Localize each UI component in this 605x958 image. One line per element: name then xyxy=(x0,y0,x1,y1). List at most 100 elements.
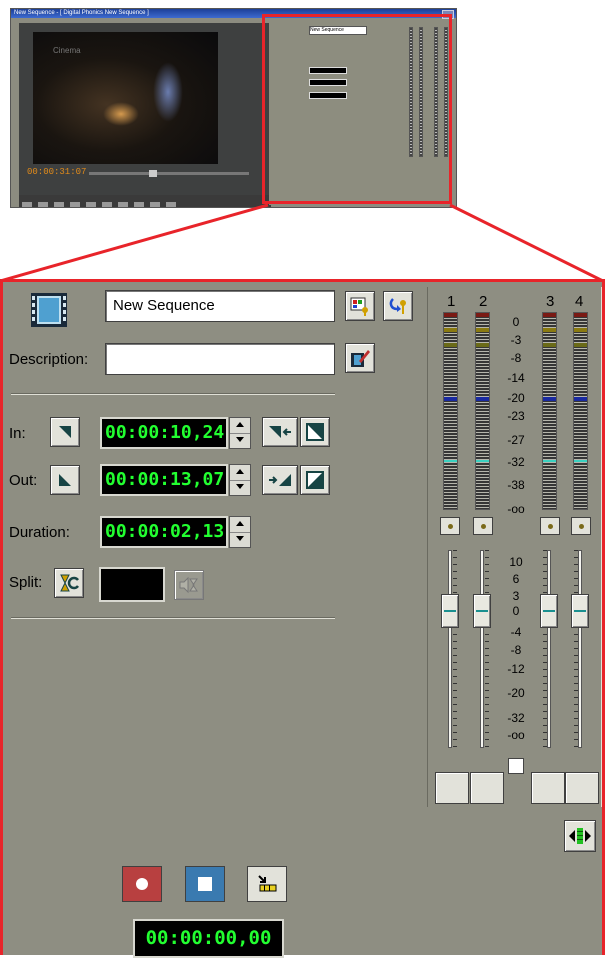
spin-up-button[interactable] xyxy=(230,418,250,434)
sequence-name-field[interactable]: New Sequence xyxy=(105,290,335,322)
duration-timecode[interactable]: 00:00:02,13 xyxy=(100,516,228,548)
channel-2-fader[interactable] xyxy=(473,594,491,628)
meter-scale-label: -23 xyxy=(507,409,525,423)
spin-up-button[interactable] xyxy=(230,465,250,481)
duration-label: Duration: xyxy=(9,524,70,541)
meter-scale-label: -14 xyxy=(507,371,525,385)
channel-4-label: 4 xyxy=(575,293,584,310)
split-timecode[interactable] xyxy=(99,567,165,602)
zoom-highlight-frame xyxy=(262,14,452,204)
split-label: Split: xyxy=(9,574,43,591)
record-timecode: 00:00:00,00 xyxy=(133,919,284,958)
position-slider[interactable] xyxy=(89,170,249,177)
fader-scale-label: -32 xyxy=(507,711,525,725)
mixer-expand-button[interactable] xyxy=(564,820,596,852)
channel-4-fader[interactable] xyxy=(571,594,589,628)
transport-button[interactable] xyxy=(118,202,128,207)
split-audio-button[interactable] xyxy=(174,570,204,600)
channel-4-select-box[interactable] xyxy=(565,772,599,804)
meter-scale-label: -oo xyxy=(507,502,525,516)
in-timecode[interactable]: 00:00:10,24 xyxy=(100,417,228,449)
fader-scale-label: -4 xyxy=(510,625,522,639)
channel-3-enable-button[interactable] xyxy=(540,517,560,535)
in-timecode-spinner[interactable] xyxy=(229,417,251,449)
edit-description-button[interactable] xyxy=(345,343,375,373)
go-to-in-button[interactable] xyxy=(50,417,80,447)
speaker-hourglass-icon xyxy=(179,576,198,594)
channel-2-enable-button[interactable] xyxy=(473,517,493,535)
transport-button[interactable] xyxy=(134,202,144,207)
channel-4-fader-track[interactable] xyxy=(578,550,582,748)
go-to-out-button[interactable] xyxy=(50,465,80,495)
spin-down-button[interactable] xyxy=(230,433,250,448)
set-out-icon xyxy=(269,474,291,486)
channel-3-label: 3 xyxy=(546,293,555,310)
video-overlay-text: Cinema xyxy=(53,46,81,55)
channel-3-fader-track[interactable] xyxy=(547,550,551,748)
separator xyxy=(11,393,335,395)
out-timecode-spinner[interactable] xyxy=(229,464,251,496)
fader-ticks xyxy=(543,550,547,748)
spin-down-button[interactable] xyxy=(230,480,250,495)
fader-ticks xyxy=(574,550,578,748)
out-timecode[interactable]: 00:00:13,07 xyxy=(100,464,228,496)
in-label: In: xyxy=(9,425,26,442)
transport-button[interactable] xyxy=(166,202,176,207)
transport-button[interactable] xyxy=(102,202,112,207)
description-field[interactable] xyxy=(105,343,335,375)
slider-thumb[interactable] xyxy=(149,170,157,177)
stop-button[interactable] xyxy=(185,866,225,902)
fader-scale-label: 3 xyxy=(512,589,520,603)
channel-1-meter xyxy=(443,312,458,510)
duration-timecode-spinner[interactable] xyxy=(229,516,251,548)
film-strip-icon xyxy=(29,290,69,330)
out-label: Out: xyxy=(9,472,38,489)
sequence-properties-button[interactable] xyxy=(345,291,375,321)
meter-scale-label: -3 xyxy=(510,333,522,347)
insert-marker-button[interactable] xyxy=(247,866,287,902)
video-highlight xyxy=(103,102,139,126)
transport-button[interactable] xyxy=(54,202,64,207)
channel-2-label: 2 xyxy=(479,293,488,310)
clear-out-button[interactable] xyxy=(300,465,330,495)
meter-scale-label: -32 xyxy=(507,455,525,469)
key-arrow-icon xyxy=(389,298,406,314)
spin-down-button[interactable] xyxy=(230,532,250,547)
set-out-button[interactable] xyxy=(262,465,298,495)
record-button[interactable] xyxy=(122,866,162,902)
channel-1-select-box[interactable] xyxy=(435,772,469,804)
fader-ticks xyxy=(453,550,457,748)
transport-button[interactable] xyxy=(38,202,48,207)
channel-4-enable-button[interactable] xyxy=(571,517,591,535)
transport-button[interactable] xyxy=(22,202,32,207)
sequence-load-button[interactable] xyxy=(383,291,413,321)
video-preview: Cinema xyxy=(33,32,218,164)
spin-up-button[interactable] xyxy=(230,517,250,533)
stop-icon xyxy=(198,877,212,891)
channel-2-fader-track[interactable] xyxy=(480,550,484,748)
fader-scale-label: 0 xyxy=(512,604,520,618)
clear-in-button[interactable] xyxy=(300,417,330,447)
fader-link-checkbox[interactable] xyxy=(508,758,524,774)
channel-3-fader[interactable] xyxy=(540,594,558,628)
channel-1-fader[interactable] xyxy=(441,594,459,628)
channel-2-select-box[interactable] xyxy=(470,772,504,804)
fader-scale-label: 10 xyxy=(509,555,523,569)
channel-3-select-box[interactable] xyxy=(531,772,565,804)
channel-1-enable-button[interactable] xyxy=(440,517,460,535)
split-button[interactable] xyxy=(54,568,84,598)
meter-scale-label: -20 xyxy=(507,391,525,405)
meter-scale-label: 0 xyxy=(512,315,520,329)
transport-button[interactable] xyxy=(150,202,160,207)
transport-button[interactable] xyxy=(86,202,96,207)
set-in-button[interactable] xyxy=(262,417,298,447)
thumbnail-timecode: 00:00:31:07 xyxy=(27,167,87,177)
fader-scale-label: -oo xyxy=(507,728,525,742)
thumbnail-transport-bar xyxy=(19,195,271,207)
mark-in-icon xyxy=(59,426,71,438)
channel-1-fader-track[interactable] xyxy=(448,550,452,748)
video-highlight xyxy=(153,62,183,122)
set-in-icon xyxy=(269,426,291,438)
meter-scale-label: -8 xyxy=(510,351,522,365)
transport-button[interactable] xyxy=(70,202,80,207)
